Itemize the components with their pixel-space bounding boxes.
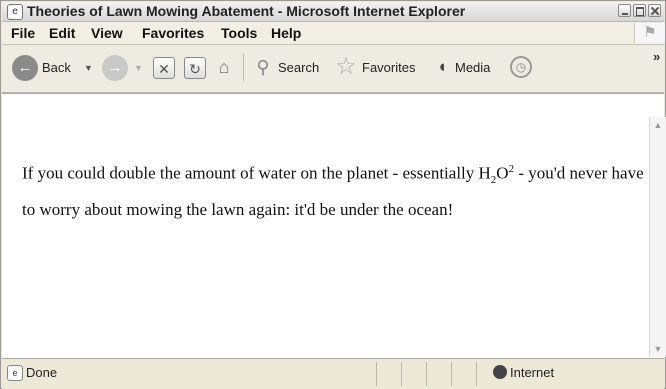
back-button-label[interactable]: Back (42, 60, 71, 75)
security-zone-label: Internet (510, 365, 555, 380)
page-paragraph: If you could double the amount of water … (22, 154, 652, 225)
toolbar-more-chevron[interactable]: » (653, 49, 660, 64)
title-bar: e Theories of Lawn Mowing Abatement - Mi… (2, 2, 664, 22)
forward-arrow-icon[interactable]: → (102, 55, 128, 81)
status-bar: e Done Internet (2, 358, 664, 389)
menu-bar: File Edit View Favorites Tools Help ⚑ (2, 22, 665, 45)
back-dropdown-icon[interactable]: ▼ (84, 63, 93, 73)
status-divider (451, 362, 452, 386)
minimize-button[interactable] (618, 4, 631, 17)
favorites-button-label[interactable]: Favorites (362, 60, 415, 75)
paragraph-text-start: If you could double the amount of water … (22, 163, 491, 183)
home-icon[interactable]: ⌂ (213, 56, 235, 78)
maximize-button[interactable] (633, 4, 646, 17)
back-arrow-icon[interactable]: ← (12, 55, 38, 81)
menu-favorites[interactable]: Favorites (142, 25, 204, 41)
status-divider (376, 362, 377, 386)
history-icon[interactable]: ◷ (510, 56, 532, 78)
internet-zone-globe-icon (493, 365, 507, 379)
vertical-scrollbar[interactable]: ▲ ▼ (649, 117, 666, 357)
search-button-label[interactable]: Search (278, 60, 319, 75)
menu-file[interactable]: File (11, 25, 35, 41)
status-divider (401, 362, 402, 386)
status-text: Done (26, 365, 58, 380)
toolbar-separator (243, 53, 244, 81)
media-icon[interactable]: ◖ (431, 56, 453, 78)
status-divider (476, 362, 477, 386)
stop-icon[interactable]: ✕ (153, 57, 175, 79)
menu-view[interactable]: View (91, 25, 123, 41)
scroll-down-icon[interactable]: ▼ (652, 343, 664, 355)
close-button[interactable] (648, 4, 661, 17)
browser-window: e Theories of Lawn Mowing Abatement - Mi… (0, 0, 666, 389)
favorites-star-icon[interactable]: ☆ (333, 54, 359, 80)
window-title: Theories of Lawn Mowing Abatement - Micr… (27, 3, 466, 19)
scroll-up-icon[interactable]: ▲ (652, 119, 664, 131)
windows-logo-icon: ⚑ (634, 23, 665, 43)
menu-tools[interactable]: Tools (221, 25, 257, 41)
menu-help[interactable]: Help (271, 25, 301, 41)
standard-toolbar: ← Back ▼ → ▼ ✕ ↻ ⌂ ⚲ Search ☆ Favorites … (2, 45, 664, 93)
search-icon[interactable]: ⚲ (252, 56, 274, 78)
media-button-label[interactable]: Media (455, 60, 490, 75)
page-content-area (2, 93, 664, 358)
forward-dropdown-icon[interactable]: ▼ (134, 63, 143, 73)
formula-oxygen: O (496, 163, 509, 183)
refresh-icon[interactable]: ↻ (184, 57, 206, 79)
page-done-icon: e (7, 365, 23, 381)
menu-edit[interactable]: Edit (49, 25, 75, 41)
ie-app-icon: e (7, 4, 23, 20)
status-divider (426, 362, 427, 386)
